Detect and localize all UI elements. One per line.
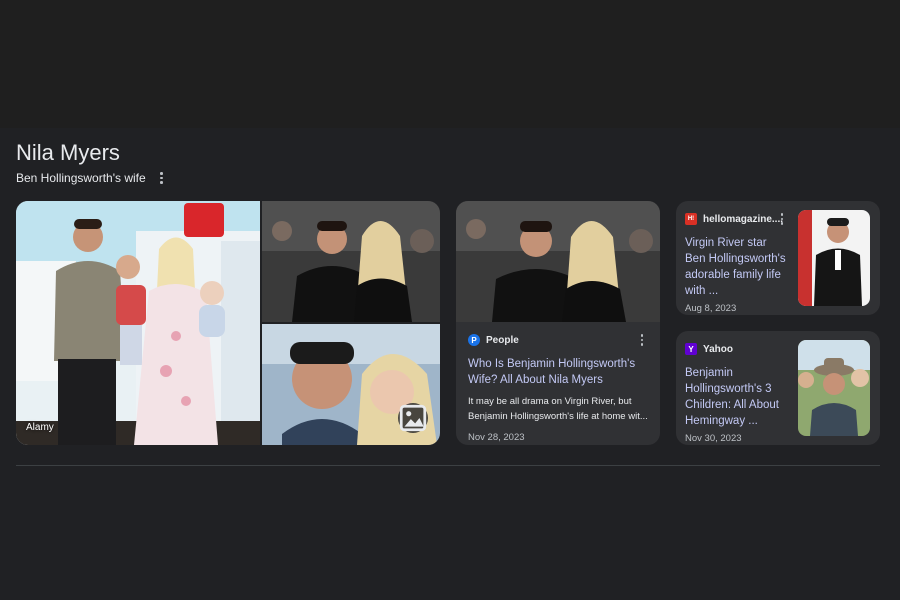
event-photo[interactable] xyxy=(262,201,440,322)
yahoo-favicon-icon: Y xyxy=(685,343,697,355)
top-bar xyxy=(0,0,900,128)
source-name: Yahoo xyxy=(703,343,734,355)
article-date: Nov 30, 2023 xyxy=(685,433,742,444)
article-title[interactable]: Benjamin Hollingsworth's 3 Children: All… xyxy=(685,365,788,429)
article-source: H! hellomagazine.... xyxy=(685,211,788,227)
source-name: hellomagazine.... xyxy=(703,213,784,225)
image-icon xyxy=(399,404,427,432)
article-card-people[interactable]: P People Who Is Benjamin Hollingsworth's… xyxy=(456,201,660,445)
article-card-hellomagazine[interactable]: H! hellomagazine.... Virgin River star B… xyxy=(676,201,880,315)
image-search-icon[interactable] xyxy=(398,403,428,433)
family-photo-image xyxy=(16,201,260,445)
article-source: Y Yahoo xyxy=(685,341,788,357)
entity-subtitle: Ben Hollingsworth's wife xyxy=(16,171,146,185)
article-thumbnail xyxy=(798,210,870,306)
more-vert-icon[interactable] xyxy=(636,333,648,347)
selfie-photo[interactable] xyxy=(262,324,440,445)
article-date: Nov 28, 2023 xyxy=(468,432,525,443)
people-favicon-icon: P xyxy=(468,334,480,346)
article-date: Aug 8, 2023 xyxy=(685,303,737,314)
source-name: People xyxy=(486,334,519,346)
entity-title: Nila Myers xyxy=(16,140,120,165)
article-title[interactable]: Who Is Benjamin Hollingsworth's Wife? Al… xyxy=(468,356,648,388)
entity-subtitle-row: Ben Hollingsworth's wife xyxy=(16,170,168,186)
photo-credit: Alamy xyxy=(26,422,54,433)
more-vert-icon[interactable] xyxy=(776,212,788,226)
article-thumbnail xyxy=(456,201,660,322)
event-photo-image xyxy=(262,201,440,322)
article-thumbnail xyxy=(798,340,870,436)
article-title[interactable]: Virgin River star Ben Hollingsworth's ad… xyxy=(685,235,788,299)
article-snippet: It may be all drama on Virgin River, but… xyxy=(468,396,648,422)
article-card-yahoo[interactable]: Y Yahoo Benjamin Hollingsworth's 3 Child… xyxy=(676,331,880,445)
main-photo[interactable]: Alamy xyxy=(16,201,260,445)
hellomagazine-favicon-icon: H! xyxy=(685,213,697,225)
article-source: P People xyxy=(468,332,648,348)
section-divider xyxy=(16,465,880,466)
more-vert-icon[interactable] xyxy=(156,171,168,185)
